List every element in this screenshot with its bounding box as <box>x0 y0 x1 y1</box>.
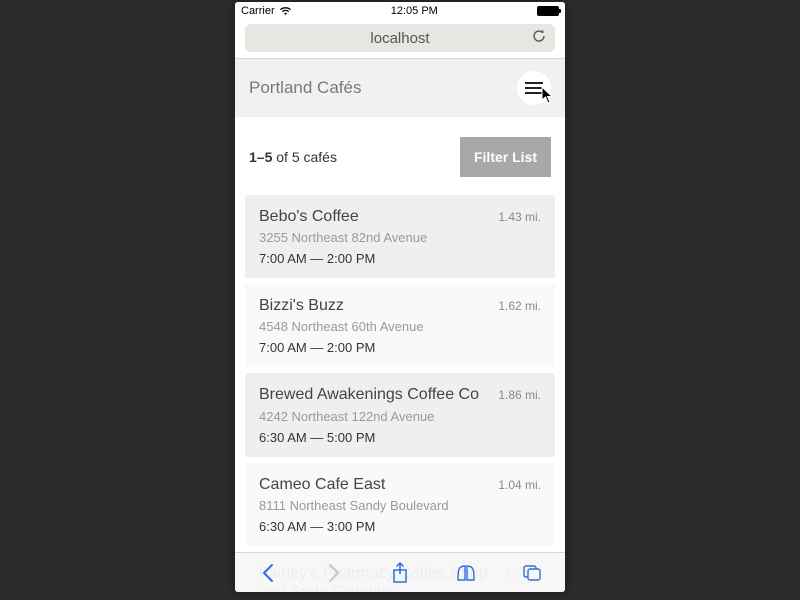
filter-button[interactable]: Filter List <box>460 137 551 177</box>
cafe-list[interactable]: Bebo's Coffee 1.43 mi. 3255 Northeast 82… <box>235 195 565 592</box>
back-button[interactable] <box>248 553 288 593</box>
cafe-distance: 1.86 mi. <box>498 388 541 402</box>
list-item[interactable]: Bebo's Coffee 1.43 mi. 3255 Northeast 82… <box>245 195 555 278</box>
bookmarks-button[interactable] <box>446 553 486 593</box>
clock: 12:05 PM <box>391 5 438 17</box>
results-count: 1–5 of 5 cafés <box>249 149 337 165</box>
url-bar[interactable]: localhost <box>245 24 555 52</box>
results-summary-row: 1–5 of 5 cafés Filter List <box>235 117 565 195</box>
phone-frame: Carrier 12:05 PM localhost Portland <box>235 2 565 592</box>
page-title: Portland Cafés <box>249 78 361 98</box>
cafe-name: Cameo Cafe East <box>259 475 488 494</box>
cafe-address: 3255 Northeast 82nd Avenue <box>259 230 541 245</box>
cafe-distance: 1.62 mi. <box>498 299 541 313</box>
cafe-address: 8111 Northeast Sandy Boulevard <box>259 498 541 513</box>
list-item[interactable]: Bizzi's Buzz 1.62 mi. 4548 Northeast 60t… <box>245 284 555 367</box>
results-range: 1–5 <box>249 149 272 165</box>
wifi-icon <box>279 6 292 16</box>
menu-button[interactable] <box>517 71 551 105</box>
list-item[interactable]: Cameo Cafe East 1.04 mi. 8111 Northeast … <box>245 463 555 546</box>
results-suffix: of 5 cafés <box>272 149 337 165</box>
cafe-address: 4548 Northeast 60th Avenue <box>259 319 541 334</box>
browser-toolbar <box>235 552 565 592</box>
cafe-name: Bebo's Coffee <box>259 207 488 226</box>
reload-icon[interactable] <box>531 28 547 48</box>
forward-button[interactable] <box>314 553 354 593</box>
browser-url-row: localhost <box>235 20 565 58</box>
url-text: localhost <box>370 30 429 47</box>
share-button[interactable] <box>380 553 420 593</box>
cafe-hours: 6:30 AM — 5:00 PM <box>259 430 541 445</box>
carrier-label: Carrier <box>241 5 275 17</box>
cafe-name: Bizzi's Buzz <box>259 296 488 315</box>
page-header: Portland Cafés <box>235 59 565 117</box>
tabs-button[interactable] <box>512 553 552 593</box>
cafe-distance: 1.04 mi. <box>498 478 541 492</box>
cafe-hours: 6:30 AM — 3:00 PM <box>259 519 541 534</box>
cafe-hours: 7:00 AM — 2:00 PM <box>259 251 541 266</box>
cafe-distance: 1.43 mi. <box>498 210 541 224</box>
menu-icon <box>525 81 543 95</box>
cafe-name: Brewed Awakenings Coffee Co <box>259 385 488 404</box>
list-item[interactable]: Brewed Awakenings Coffee Co 1.86 mi. 424… <box>245 373 555 456</box>
cafe-address: 4242 Northeast 122nd Avenue <box>259 409 541 424</box>
battery-icon <box>537 6 559 16</box>
cafe-hours: 7:00 AM — 2:00 PM <box>259 340 541 355</box>
status-bar: Carrier 12:05 PM <box>235 2 565 20</box>
